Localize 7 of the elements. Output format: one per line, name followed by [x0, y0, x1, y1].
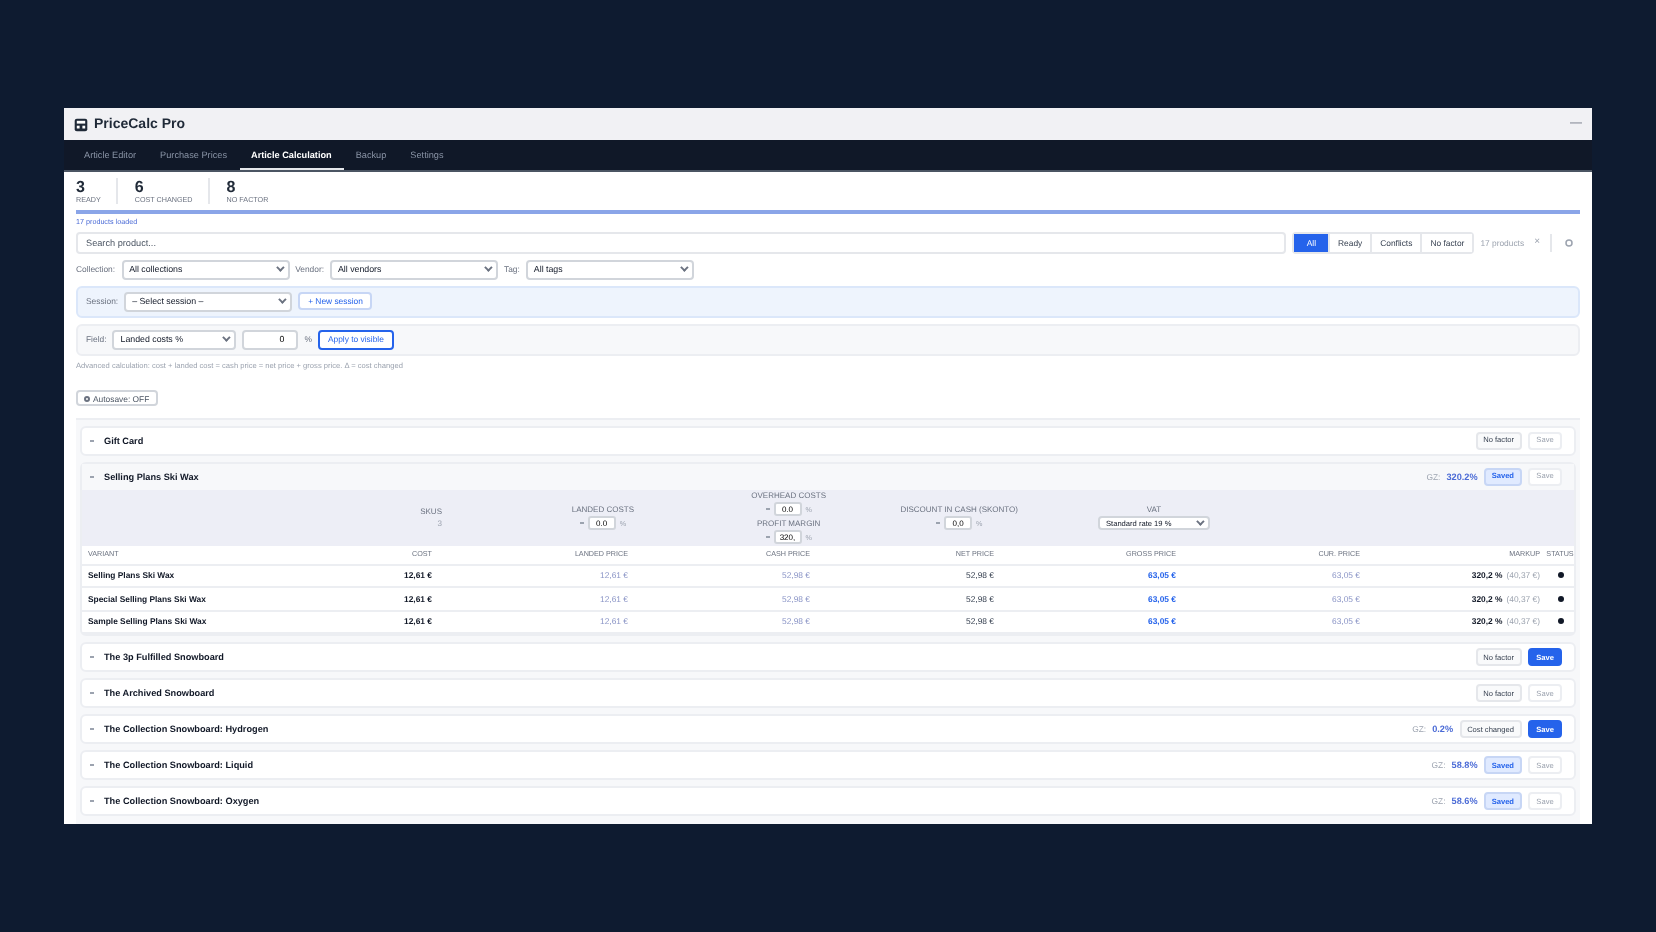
- calculator-icon: [74, 117, 88, 131]
- status-dot-icon: [1557, 618, 1563, 625]
- stat-value: 3: [76, 178, 87, 196]
- stat-value: 6: [134, 178, 146, 196]
- status-dot-icon: [1557, 572, 1563, 579]
- stat-value: 8: [226, 178, 238, 196]
- status-dot-icon: [1557, 595, 1563, 602]
